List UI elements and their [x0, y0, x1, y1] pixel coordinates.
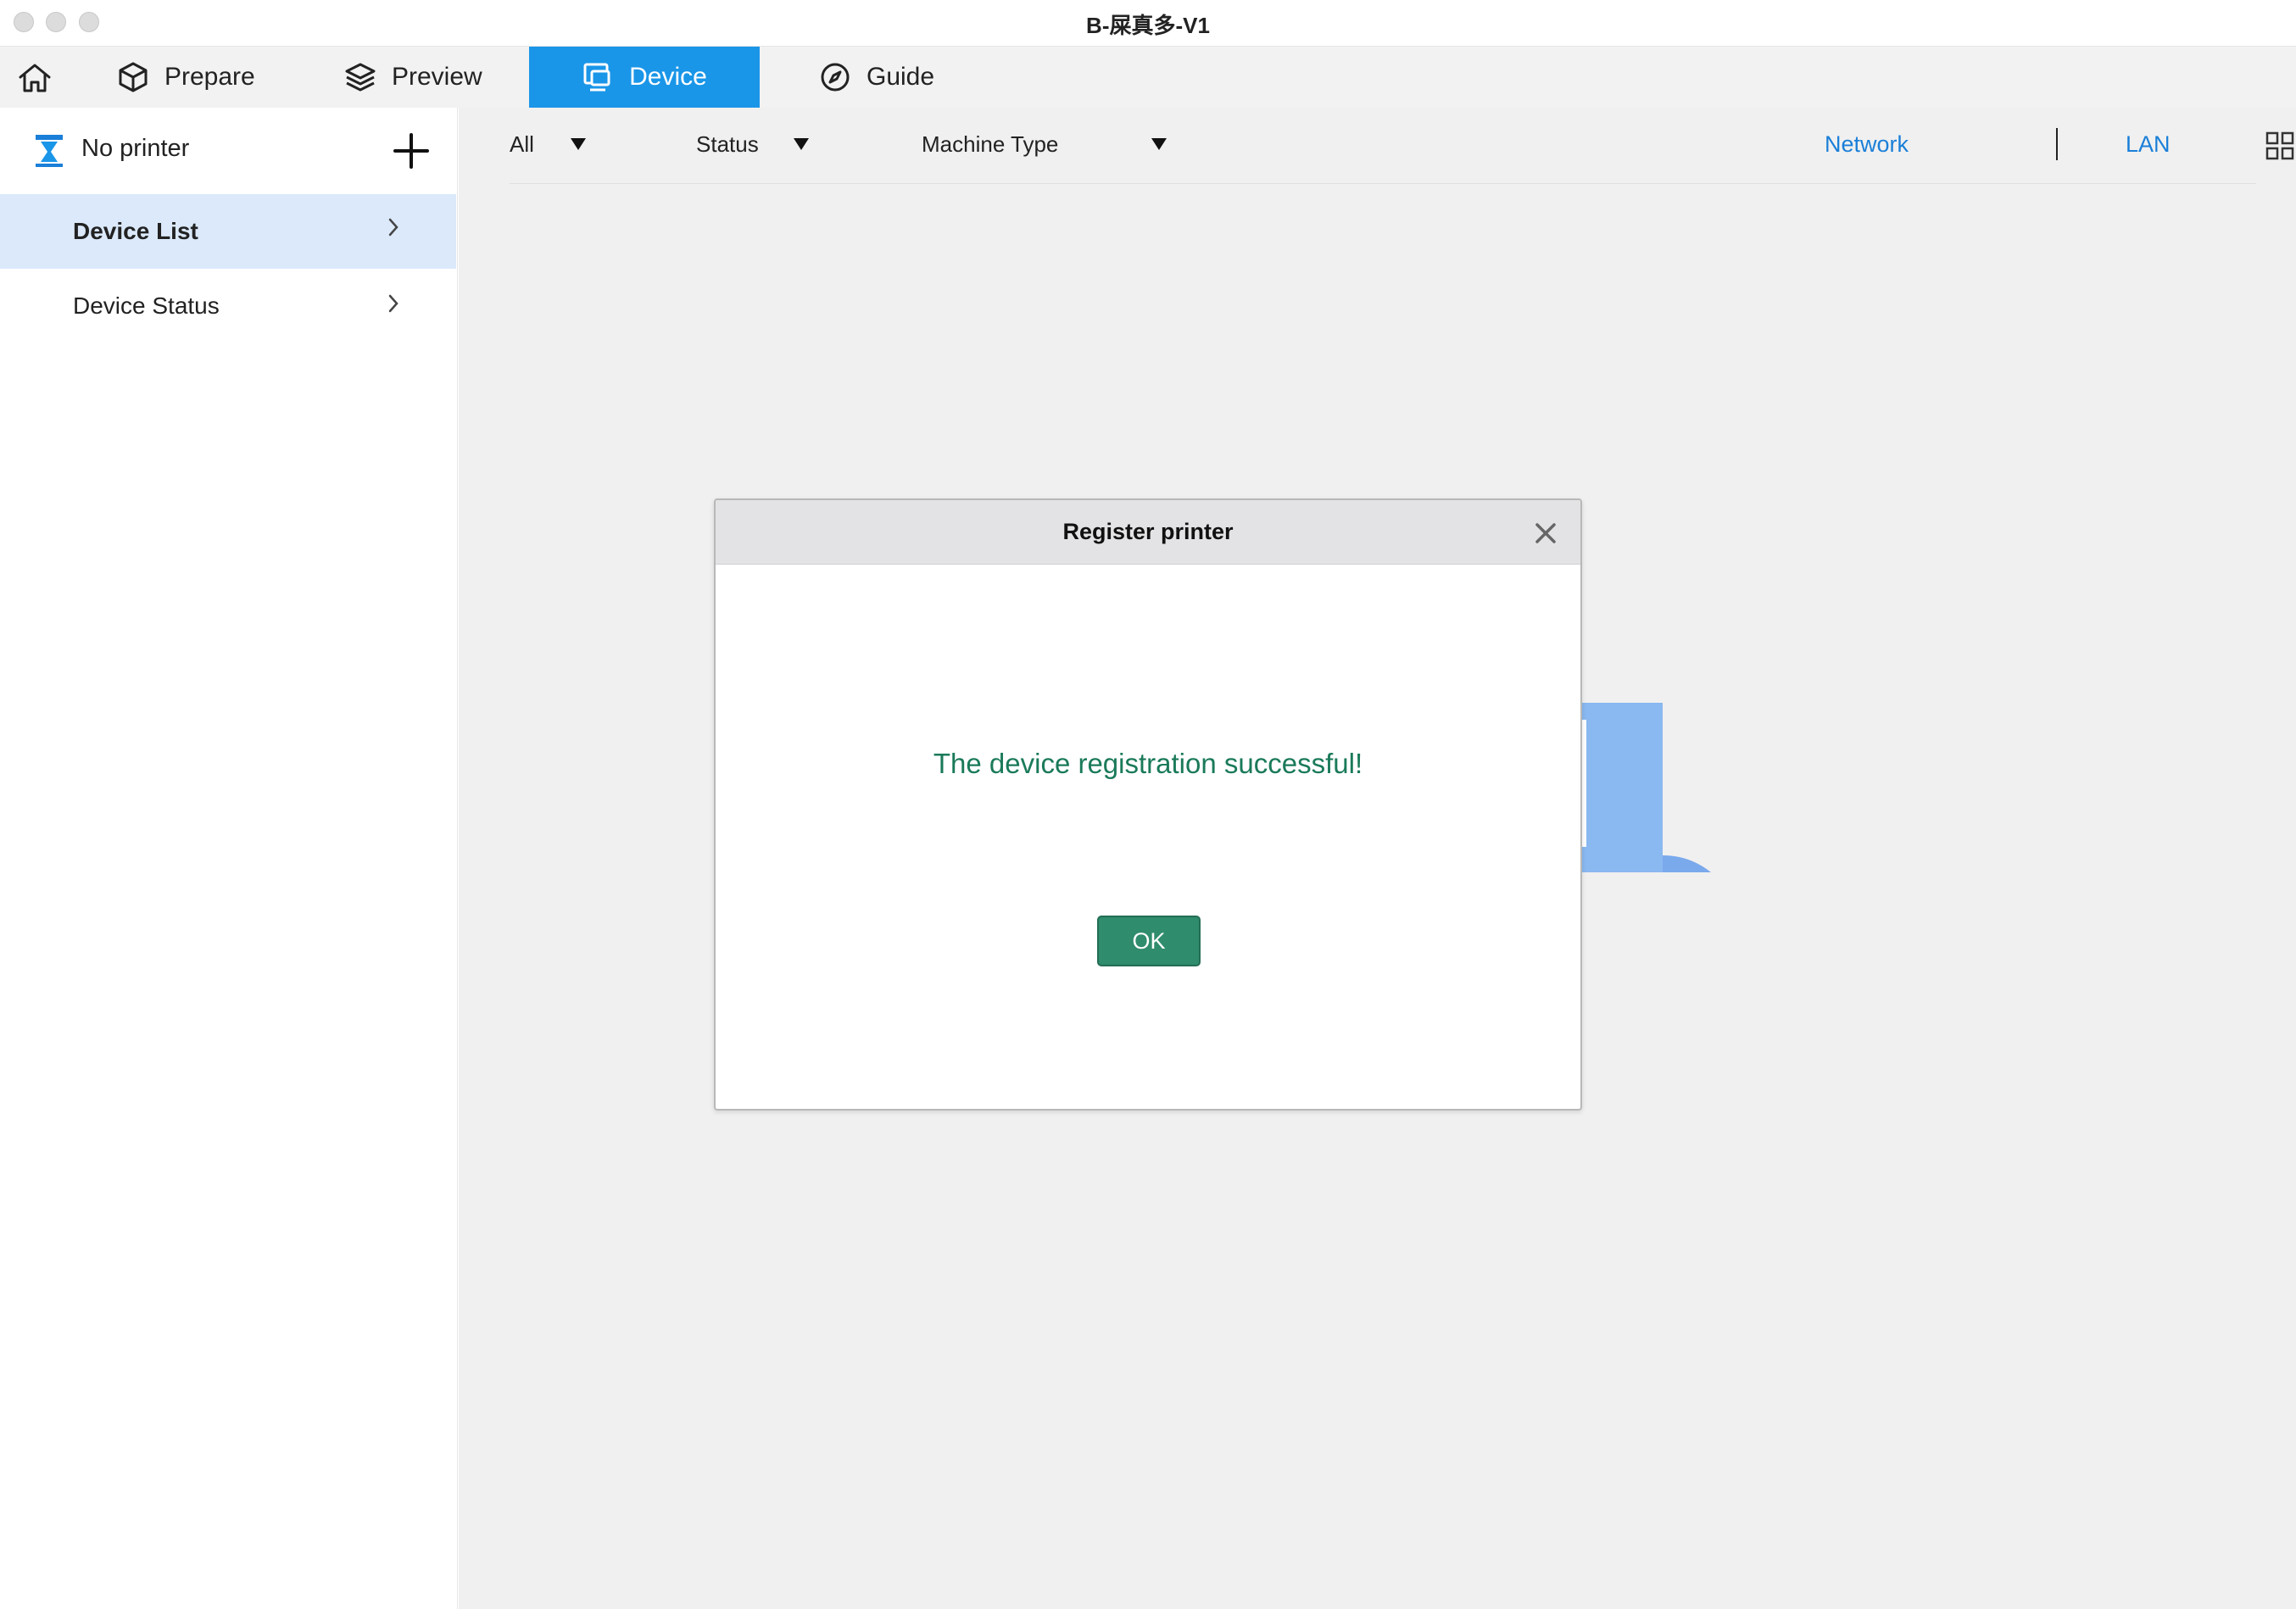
home-button[interactable]: [17, 62, 53, 94]
home-icon: [19, 64, 51, 92]
plus-icon[interactable]: [392, 131, 431, 170]
top-nav-bar: Prepare Preview Device Guide: [0, 47, 2296, 108]
sidebar-item-device-list[interactable]: Device List: [0, 194, 456, 269]
sidebar-item-label: Device Status: [73, 292, 220, 319]
layers-icon: [345, 63, 376, 92]
dialog-title: Register printer: [1062, 519, 1234, 544]
ok-button[interactable]: OK: [1097, 916, 1201, 966]
cube-icon: [119, 62, 148, 92]
filter-all-dropdown[interactable]: All: [510, 131, 534, 158]
filter-status-dropdown[interactable]: Status: [696, 131, 759, 158]
caret-down-icon[interactable]: [1151, 138, 1167, 150]
caret-down-icon[interactable]: [571, 138, 586, 150]
sidebar-item-device-status[interactable]: Device Status: [0, 269, 456, 343]
dialog-message: The device registration successful!: [933, 748, 1363, 779]
window-title: B-屎真多-V1: [1086, 13, 1210, 38]
compass-icon: [821, 63, 850, 92]
chevron-right-icon: [388, 294, 398, 313]
tab-guide[interactable]: Guide: [819, 47, 934, 108]
lan-link[interactable]: LAN: [2126, 131, 2171, 158]
caret-down-icon[interactable]: [794, 138, 809, 150]
grid-view-icon[interactable]: [2265, 131, 2294, 160]
close-icon[interactable]: [1533, 521, 1558, 546]
network-link[interactable]: Network: [1825, 131, 1909, 158]
chevron-right-icon: [388, 218, 398, 237]
tab-device[interactable]: Device: [529, 47, 760, 108]
filter-machine-type-dropdown[interactable]: Machine Type: [922, 131, 1058, 158]
tab-preview[interactable]: Preview: [344, 47, 482, 108]
tab-label: Prepare: [164, 63, 255, 91]
tab-label: Preview: [392, 63, 482, 91]
device-icon: [583, 63, 610, 92]
title-bar: B-屎真多-V1: [0, 0, 2296, 47]
tab-prepare[interactable]: Prepare: [117, 47, 255, 108]
printer-icon: [36, 135, 63, 167]
tab-label: Guide: [867, 63, 935, 91]
sidebar: No printer Device List Device Status: [0, 108, 458, 1609]
register-printer-dialog: Register printer The device registration…: [714, 498, 1582, 1111]
tab-label: Device: [629, 63, 707, 91]
link-separator: [2056, 128, 2058, 160]
printer-label: No printer: [81, 135, 190, 162]
printer-selector[interactable]: No printer: [0, 108, 458, 192]
sidebar-item-label: Device List: [73, 218, 198, 244]
dialog-header: Register printer: [716, 500, 1580, 565]
filter-bar: All Status Machine Type Network LAN: [510, 108, 2294, 184]
